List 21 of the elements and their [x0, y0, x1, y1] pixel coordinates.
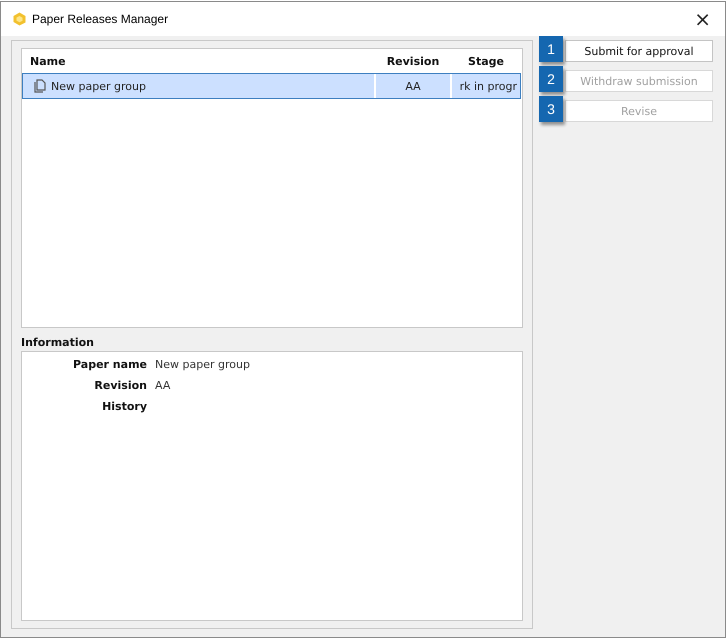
field-label: Revision [93, 379, 147, 392]
column-header[interactable]: Revision [375, 49, 451, 73]
action-button[interactable]: Submit for approval [565, 40, 713, 62]
callout-badge: 1 [539, 36, 563, 62]
column-header[interactable]: Stage [451, 49, 521, 73]
field-value: New paper group [155, 358, 251, 371]
close-button[interactable]: × [690, 9, 715, 29]
table-row[interactable]: New paper group AA rk in progr [22, 73, 521, 99]
table-cell: rk in progr [451, 73, 521, 99]
callout-badge: 2 [539, 66, 563, 92]
hexagon-logo-icon [13, 12, 26, 26]
field-value: AA [155, 379, 172, 392]
table-cell: New paper group [51, 80, 146, 92]
window-title: Paper Releases Manager [32, 12, 170, 26]
document-icon [33, 79, 47, 93]
table-cell: AA [375, 73, 451, 99]
field-label: History [101, 400, 147, 413]
column-header[interactable]: Name [22, 49, 375, 73]
section-title: Information [21, 335, 95, 351]
field-label: Paper name [72, 358, 147, 371]
callout-badge: 3 [539, 96, 563, 122]
